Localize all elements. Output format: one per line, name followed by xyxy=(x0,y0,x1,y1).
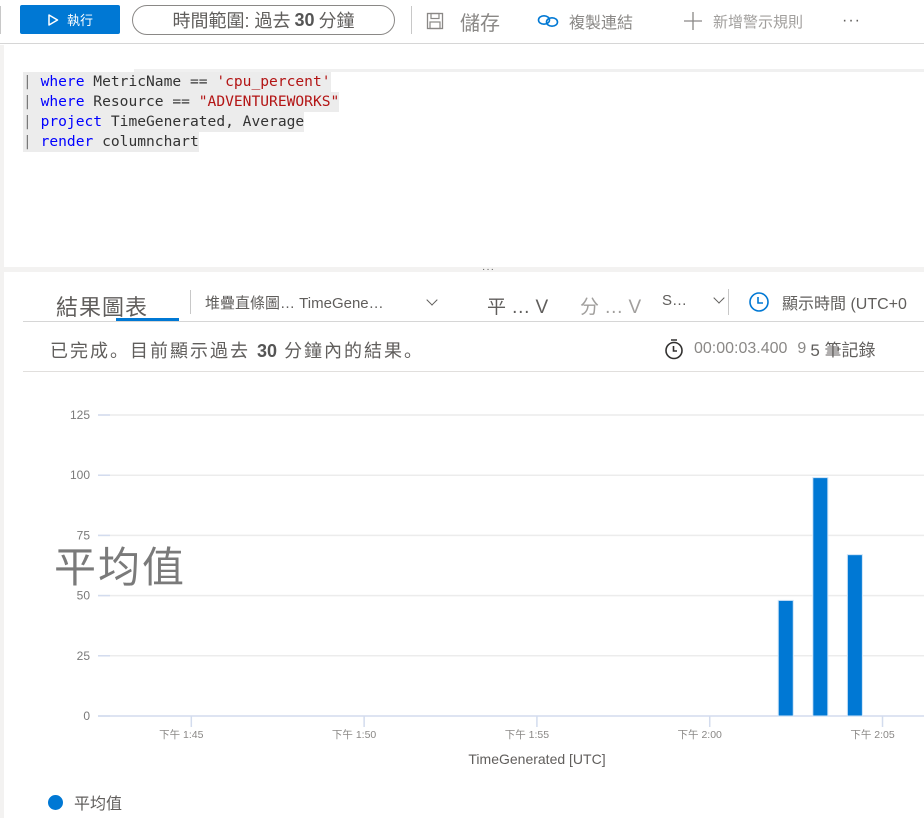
chevron-down-icon xyxy=(713,292,725,304)
copy-link-label: 複製連結 xyxy=(569,15,634,32)
time-range-prefix: 時間範圍: 過去 xyxy=(172,11,291,31)
y-tick-label: 0 xyxy=(83,709,90,723)
code-string: 'cpu_percent' xyxy=(216,73,331,90)
legend-label: 平均值 xyxy=(74,796,123,813)
code-keyword: where xyxy=(40,93,85,110)
x-tick-label: 下午 1:50 xyxy=(332,728,377,741)
x-axis-ticks: 下午 1:45 下午 1:50 下午 1:55 下午 2:00 下午 2:05 xyxy=(159,716,895,741)
chart-type-dropdown[interactable]: 堆疊直條圖… TimeGene… xyxy=(205,292,438,313)
code-text: columnchart xyxy=(93,133,199,150)
split-by-dropdown[interactable]: 分 … V xyxy=(580,292,641,319)
run-label: 執行 xyxy=(66,13,93,28)
code-pipe: | xyxy=(23,113,41,130)
y-tick-label: 25 xyxy=(77,649,91,663)
chart-bars xyxy=(777,477,863,717)
display-time-toggle[interactable]: 顯示時間 (UTC+0 xyxy=(748,290,907,314)
code-pipe: | xyxy=(23,133,41,150)
y-axis-label: 平均值 xyxy=(54,543,187,592)
stopwatch-icon xyxy=(665,338,683,359)
link-icon xyxy=(537,15,559,27)
record-count-prefix: 9 xyxy=(797,339,807,357)
code-line: | project TimeGenerated, Average xyxy=(23,112,305,132)
record-count: 5 筆記錄 xyxy=(810,341,876,360)
plus-icon xyxy=(684,12,702,30)
code-keyword: render xyxy=(40,133,94,150)
code-text: TimeGenerated, Average xyxy=(102,113,305,130)
x-tick-label: 下午 1:45 xyxy=(159,728,204,741)
y-column-value: 平 … V xyxy=(487,297,549,318)
x-tick-label: 下午 2:05 xyxy=(850,728,895,741)
run-button[interactable]: 執行 xyxy=(20,5,120,34)
time-range-picker[interactable]: 時間範圍: 過去 30 分鐘 xyxy=(132,5,395,35)
tabs-divider xyxy=(23,321,924,322)
series-value: S… xyxy=(662,292,688,309)
play-icon xyxy=(48,13,59,26)
chart-bar xyxy=(812,477,829,717)
code-keyword: project xyxy=(40,113,103,130)
y-column-dropdown[interactable]: 平 … V xyxy=(487,292,548,319)
code-pipe: | xyxy=(23,73,41,90)
query-timing: 00:00:03.400 9 5 筆記錄 xyxy=(664,336,876,361)
time-range-number: 30 xyxy=(294,9,315,30)
split-by-value: 分 … V xyxy=(580,297,642,318)
code-line: | where MetricName == 'cpu_percent' xyxy=(23,72,331,92)
code-line: | where Resource == "ADVENTUREWORKS" xyxy=(23,92,340,112)
code-line: AzureMetrics xyxy=(23,52,163,90)
controls-divider xyxy=(728,289,729,315)
status-prefix: 已完成。目前顯示過去 xyxy=(50,341,250,361)
status-suffix: 分鐘內的結果。 xyxy=(284,341,425,361)
series-dropdown[interactable]: S… xyxy=(662,292,725,309)
query-editor[interactable]: AzureMetrics | where MetricName == 'cpu_… xyxy=(4,45,924,267)
code-line: | render columnchart xyxy=(23,132,199,152)
toolbar-left-divider xyxy=(0,6,1,34)
toolbar-divider xyxy=(411,6,412,34)
chevron-down-icon xyxy=(425,294,438,306)
status-number: 30 xyxy=(257,341,278,361)
code-text: MetricName == xyxy=(84,73,217,90)
x-tick-label: 下午 2:00 xyxy=(678,728,723,741)
code-text: Resource == xyxy=(84,93,199,110)
code-keyword: where xyxy=(40,73,85,90)
more-button[interactable]: ··· xyxy=(842,8,861,34)
query-duration: 00:00:03.400 xyxy=(694,339,788,357)
y-tick-label: 125 xyxy=(70,408,90,422)
chart-bar xyxy=(846,554,863,717)
tab-divider xyxy=(190,290,191,314)
copy-link-button[interactable]: 複製連結 xyxy=(537,8,633,34)
query-toolbar: 執行 時間範圍: 過去 30 分鐘 儲存 複製連結 新增警示規則 ··· xyxy=(0,0,924,44)
status-divider xyxy=(23,371,924,372)
chart-type-value: 堆疊直條圖… TimeGene… xyxy=(205,295,384,312)
more-icon: ··· xyxy=(842,12,861,29)
save-button[interactable]: 儲存 xyxy=(426,8,500,35)
display-time-label: 顯示時間 (UTC+0 xyxy=(782,296,907,313)
new-alert-rule-button[interactable]: 新增警示規則 xyxy=(683,8,803,34)
query-status: 已完成。目前顯示過去 30 分鐘內的結果。 xyxy=(50,337,424,363)
x-tick-label: 下午 1:55 xyxy=(505,728,550,741)
x-axis-label: TimeGenerated [UTC] xyxy=(468,751,605,767)
chart-legend-item[interactable]: 平均值 xyxy=(48,790,122,814)
new-alert-label: 新增警示規則 xyxy=(713,13,804,31)
legend-marker xyxy=(48,794,63,810)
y-tick-label: 100 xyxy=(70,468,90,482)
save-label: 儲存 xyxy=(460,12,500,35)
chart-bar xyxy=(777,599,794,717)
code-pipe: | xyxy=(23,93,41,110)
chart-gridlines xyxy=(98,414,924,717)
clock-icon xyxy=(749,292,769,312)
save-icon xyxy=(426,12,444,30)
time-range-suffix: 分鐘 xyxy=(318,11,355,31)
code-string: "ADVENTUREWORKS" xyxy=(198,93,340,110)
